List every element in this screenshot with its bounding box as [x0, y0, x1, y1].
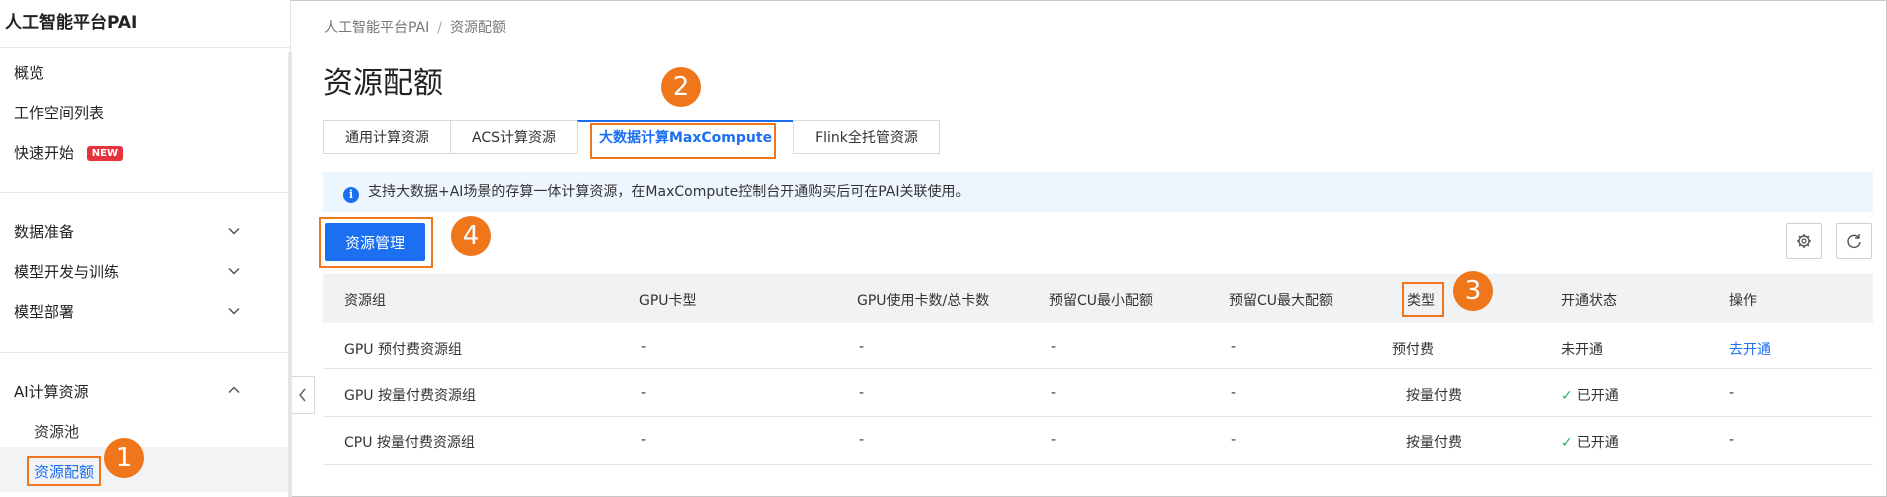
sidebar-collapse-button[interactable]: [292, 376, 315, 414]
sidebar-item-overview[interactable]: 概览: [14, 62, 44, 83]
refresh-button[interactable]: [1836, 223, 1872, 259]
breadcrumb-separator: /: [437, 20, 442, 36]
sidebar-item-label: 模型部署: [14, 303, 75, 321]
cell-cu-max: -: [1231, 432, 1237, 448]
step-marker-3: 3: [1453, 271, 1493, 311]
cell-gpu-usage: -: [859, 385, 865, 401]
sidebar-group-ai-compute[interactable]: AI计算资源: [14, 381, 89, 402]
cell-gpu-type: -: [641, 432, 647, 448]
chevron-up-icon[interactable]: [228, 384, 240, 396]
page-title: 资源配额: [323, 66, 443, 101]
cell-cu-min: -: [1051, 339, 1057, 355]
chevron-down-icon[interactable]: [228, 305, 240, 317]
info-icon: i: [343, 187, 359, 203]
sidebar-item-workspaces[interactable]: 工作空间列表: [14, 102, 104, 123]
highlight-box: [1402, 282, 1444, 317]
col-header-status: 开通状态: [1561, 293, 1617, 309]
tab-flink[interactable]: Flink全托管资源: [793, 120, 940, 154]
highlight-box: [27, 456, 101, 486]
breadcrumb-current: 资源配额: [449, 20, 506, 36]
check-icon: ✓: [1561, 435, 1573, 451]
cell-type: 预付费: [1392, 342, 1434, 358]
step-marker-1: 1: [104, 438, 144, 478]
cell-type: 按量付费: [1406, 435, 1462, 451]
new-badge: NEW: [86, 146, 124, 161]
cell-action: -: [1729, 432, 1735, 448]
cell-gpu-type: -: [641, 339, 647, 355]
refresh-icon: [1847, 234, 1861, 248]
row-divider: [323, 368, 1873, 369]
divider: [0, 192, 288, 193]
sidebar-item-label: 数据准备: [14, 223, 75, 241]
step-marker-2: 2: [661, 67, 701, 107]
activate-link[interactable]: 去开通: [1729, 339, 1771, 359]
sidebar-scrollbar[interactable]: [288, 52, 292, 497]
row-divider: [323, 464, 1873, 465]
status-text: 已开通: [1576, 388, 1619, 404]
chevron-down-icon[interactable]: [228, 225, 240, 237]
cell-group: GPU 预付费资源组: [344, 342, 462, 358]
cell-gpu-usage: -: [859, 339, 865, 355]
breadcrumb-root[interactable]: 人工智能平台PAI: [324, 20, 429, 36]
divider: [0, 47, 290, 48]
settings-button[interactable]: [1786, 223, 1822, 259]
row-divider: [323, 416, 1873, 417]
step-marker-4: 4: [451, 216, 491, 256]
sidebar-item-label: 工作空间列表: [14, 104, 105, 122]
cell-cu-min: -: [1051, 432, 1057, 448]
col-header-gpu-usage: GPU使用卡数/总卡数: [857, 293, 990, 309]
tab-acs-compute[interactable]: ACS计算资源: [450, 120, 577, 154]
cell-gpu-usage: -: [859, 432, 865, 448]
sidebar-group-model-dev[interactable]: 模型开发与训练: [14, 261, 119, 282]
cell-status: ✓ 已开通: [1561, 432, 1619, 452]
sidebar: 人工智能平台PAI 概览 工作空间列表 快速开始 NEW 数据准备 模型开发与训…: [0, 0, 291, 497]
gear-icon: [1797, 234, 1811, 248]
cell-status: 未开通: [1561, 342, 1603, 358]
chevron-down-icon[interactable]: [228, 265, 240, 277]
sidebar-item-resource-pool[interactable]: 资源池: [34, 421, 79, 442]
cell-cu-min: -: [1051, 385, 1057, 401]
col-header-action: 操作: [1729, 293, 1757, 309]
sidebar-group-model-deploy[interactable]: 模型部署: [14, 301, 74, 322]
cell-action: -: [1729, 385, 1735, 401]
sidebar-group-data-prep[interactable]: 数据准备: [14, 221, 74, 242]
col-header-gpu-type: GPU卡型: [639, 293, 697, 309]
check-icon: ✓: [1561, 388, 1573, 404]
cell-status: ✓ 已开通: [1561, 385, 1619, 405]
info-banner: i 支持大数据+AI场景的存算一体计算资源，在MaxCompute控制台开通购买后…: [323, 172, 1873, 212]
highlight-box: [590, 123, 776, 159]
cell-group: CPU 按量付费资源组: [344, 435, 475, 451]
tab-general-compute[interactable]: 通用计算资源: [323, 120, 450, 154]
sidebar-item-label: 概览: [14, 64, 45, 82]
brand-title: 人工智能平台PAI: [5, 13, 138, 33]
col-header-group: 资源组: [344, 293, 386, 309]
highlight-box: [319, 217, 433, 268]
cell-cu-max: -: [1231, 385, 1237, 401]
info-text: 支持大数据+AI场景的存算一体计算资源，在MaxCompute控制台开通购买后可…: [368, 184, 970, 200]
cell-group: GPU 按量付费资源组: [344, 388, 476, 404]
cell-cu-max: -: [1231, 339, 1237, 355]
sidebar-item-label: 模型开发与训练: [14, 263, 120, 281]
sidebar-item-label: AI计算资源: [14, 383, 89, 401]
chevron-left-icon: [299, 388, 306, 402]
sidebar-item-label: 资源池: [34, 423, 80, 441]
col-header-cu-min: 预留CU最小配额: [1049, 293, 1154, 309]
cell-gpu-type: -: [641, 385, 647, 401]
col-header-cu-max: 预留CU最大配额: [1229, 293, 1334, 309]
breadcrumb: 人工智能平台PAI / 资源配额: [324, 17, 506, 37]
cell-type: 按量付费: [1406, 388, 1462, 404]
status-text: 已开通: [1576, 435, 1619, 451]
divider: [0, 352, 288, 353]
sidebar-item-quickstart[interactable]: 快速开始 NEW: [14, 142, 124, 163]
sidebar-item-label: 快速开始: [14, 144, 75, 162]
